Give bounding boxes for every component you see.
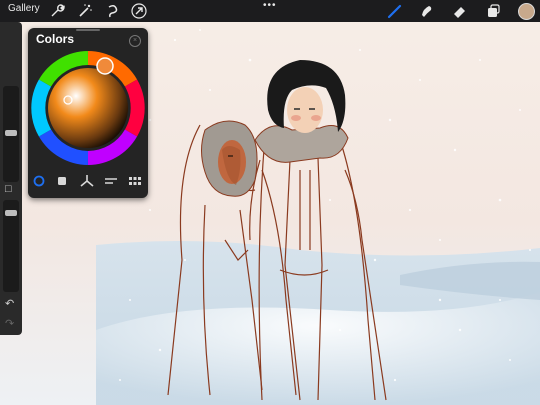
classic-tab-icon[interactable] [53, 172, 71, 190]
magic-wand-icon[interactable] [76, 2, 94, 20]
more-options-button[interactable]: ••• [263, 0, 277, 11]
close-panel-icon[interactable]: × [129, 35, 141, 47]
harmony-tab-icon[interactable] [78, 172, 96, 190]
opacity-thumb[interactable] [5, 210, 17, 216]
modify-button[interactable]: □ [5, 183, 12, 195]
brush-size-slider[interactable] [3, 86, 19, 182]
panel-grip[interactable] [76, 29, 100, 31]
colors-panel-title: Colors [36, 32, 75, 46]
eraser-icon[interactable] [450, 2, 468, 20]
cheek-left [291, 115, 301, 121]
top-toolbar: Gallery ••• [0, 0, 540, 22]
selection-icon[interactable] [104, 2, 122, 20]
value-tab-icon[interactable] [102, 172, 120, 190]
colors-panel: Colors × [28, 28, 148, 198]
tall-figure-face [287, 87, 323, 133]
color-disc[interactable] [28, 48, 148, 168]
opacity-slider[interactable] [3, 200, 19, 292]
color-mode-tabs [28, 170, 148, 194]
smudge-icon[interactable] [418, 2, 436, 20]
undo-button[interactable]: ↶ [5, 297, 14, 310]
left-sidebar: □ ↶ ↷ [0, 22, 22, 335]
hue-picker[interactable] [96, 57, 114, 75]
wrench-icon[interactable] [48, 2, 66, 20]
brush-size-thumb[interactable] [5, 130, 17, 136]
palettes-tab-icon[interactable] [126, 172, 144, 190]
current-color-swatch[interactable] [518, 3, 535, 20]
disc-tab-icon[interactable] [30, 172, 48, 190]
layers-icon[interactable] [484, 2, 502, 20]
saturation-brightness-disc[interactable] [48, 68, 128, 148]
redo-button[interactable]: ↷ [5, 317, 14, 330]
cheek-right [311, 115, 321, 121]
transform-arrow-icon[interactable] [130, 2, 148, 20]
brush-icon[interactable] [386, 2, 404, 20]
gallery-button[interactable]: Gallery [8, 3, 40, 14]
